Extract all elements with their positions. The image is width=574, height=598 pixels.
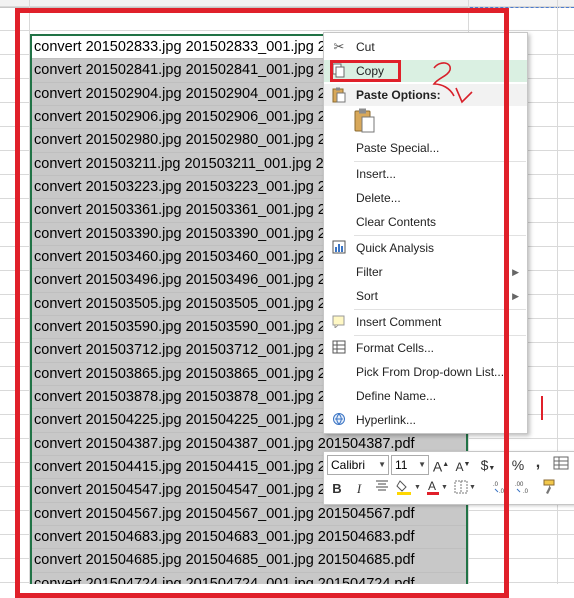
paintbrush-icon [543, 479, 555, 494]
annotation-mark [541, 396, 543, 420]
table-style-button[interactable] [552, 455, 570, 475]
decrease-decimal-button[interactable]: .00.0 [515, 479, 533, 499]
comma-button[interactable]: , [532, 453, 544, 473]
submenu-arrow-icon: ▶ [512, 267, 519, 277]
percent-button[interactable]: % [510, 455, 526, 475]
table-grid-icon [553, 456, 569, 470]
submenu-arrow-icon: ▶ [512, 291, 519, 301]
decrease-decimal-icon: .00.0 [515, 482, 529, 495]
annotation-red-box [15, 8, 509, 598]
percent-label: % [511, 457, 525, 473]
format-painter-button[interactable] [541, 479, 561, 499]
svg-text:.00: .00 [515, 482, 524, 488]
comma-label: , [535, 454, 541, 471]
svg-text:.0: .0 [523, 489, 529, 495]
